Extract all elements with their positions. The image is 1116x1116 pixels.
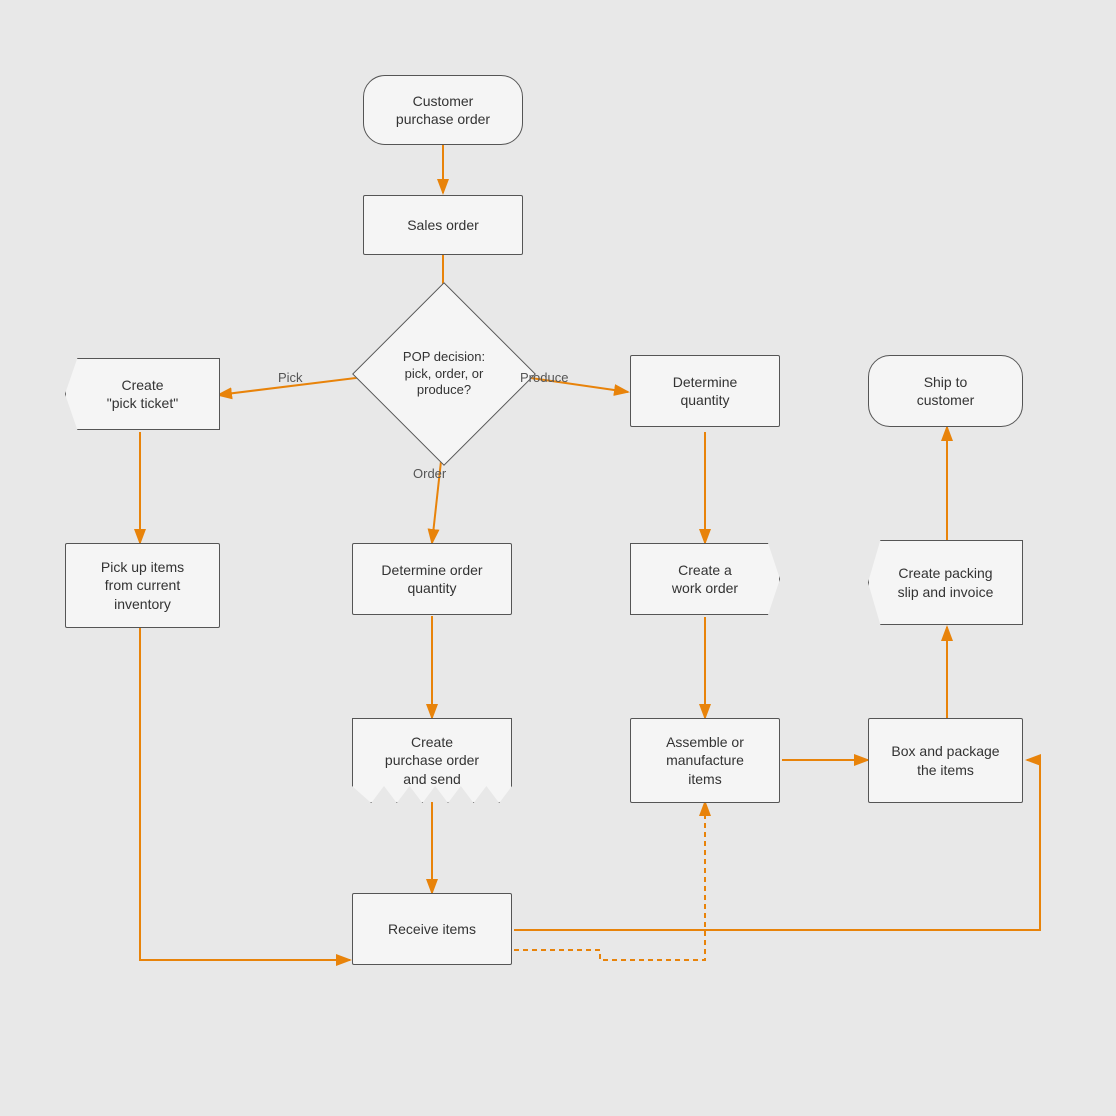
receive-items-node: Receive items bbox=[352, 893, 512, 965]
create-po-send-label: Createpurchase orderand send bbox=[385, 733, 479, 788]
create-work-order-label: Create awork order bbox=[672, 561, 738, 597]
pick-label: Pick bbox=[278, 370, 303, 385]
pick-ticket-node: Create"pick ticket" bbox=[65, 358, 220, 430]
order-label: Order bbox=[413, 466, 446, 481]
ship-to-customer-node: Ship tocustomer bbox=[868, 355, 1023, 427]
customer-po-label: Customer purchase order bbox=[396, 92, 490, 128]
create-packing-slip-label: Create packingslip and invoice bbox=[898, 564, 994, 600]
pop-decision-label: POP decision:pick, order, orproduce? bbox=[389, 349, 499, 400]
pop-decision-node: POP decision:pick, order, orproduce? bbox=[378, 308, 510, 440]
pick-ticket-label: Create"pick ticket" bbox=[107, 376, 178, 412]
assemble-items-label: Assemble ormanufactureitems bbox=[666, 733, 744, 788]
create-po-send-node: Createpurchase orderand send bbox=[352, 718, 512, 803]
sales-order-label: Sales order bbox=[407, 216, 479, 234]
produce-label: Produce bbox=[520, 370, 568, 385]
determine-order-qty-node: Determine orderquantity bbox=[352, 543, 512, 615]
box-package-node: Box and packagethe items bbox=[868, 718, 1023, 803]
pick-up-items-node: Pick up itemsfrom currentinventory bbox=[65, 543, 220, 628]
sales-order-node: Sales order bbox=[363, 195, 523, 255]
pick-up-items-label: Pick up itemsfrom currentinventory bbox=[101, 558, 184, 613]
customer-purchase-order-node: Customer purchase order bbox=[363, 75, 523, 145]
receive-items-label: Receive items bbox=[388, 920, 476, 938]
flowchart-diagram: Customer purchase order Sales order POP … bbox=[0, 0, 1116, 1116]
ship-to-customer-label: Ship tocustomer bbox=[917, 373, 975, 409]
box-package-label: Box and packagethe items bbox=[891, 742, 999, 778]
create-work-order-node: Create awork order bbox=[630, 543, 780, 615]
determine-qty-produce-label: Determinequantity bbox=[673, 373, 738, 409]
determine-qty-produce-node: Determinequantity bbox=[630, 355, 780, 427]
determine-order-qty-label: Determine orderquantity bbox=[381, 561, 482, 597]
create-packing-slip-node: Create packingslip and invoice bbox=[868, 540, 1023, 625]
assemble-items-node: Assemble ormanufactureitems bbox=[630, 718, 780, 803]
